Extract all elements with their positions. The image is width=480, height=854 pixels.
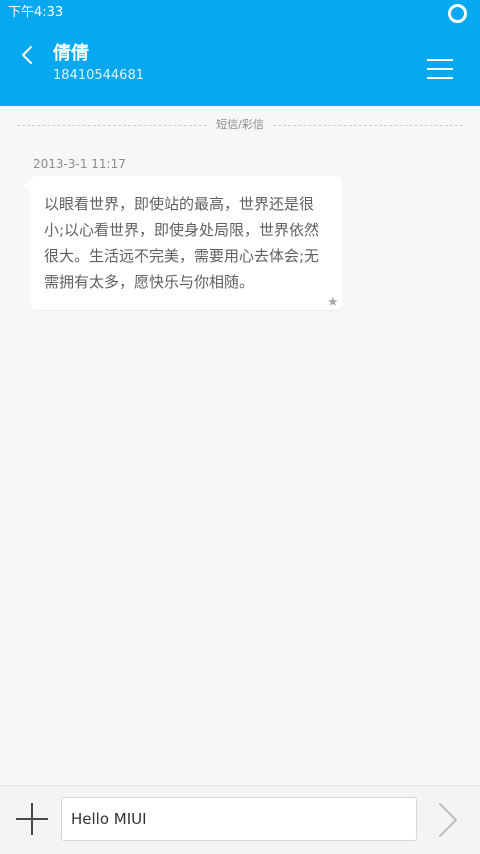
message-type-divider: 短信/彩信: [207, 117, 273, 133]
chevron-right-icon: [439, 803, 457, 837]
contact-phone: 18410544681: [53, 68, 144, 83]
message-timestamp: 2013-3-1 11:17: [33, 157, 126, 171]
menu-button[interactable]: [422, 56, 458, 82]
contact-name: 倩倩: [53, 43, 89, 64]
plus-icon: [16, 803, 48, 835]
message-text: 以眼看世界，即使站的最高，世界还是很小;以心看世界，即使身处局限，世界依然很大。…: [44, 195, 320, 291]
divider-line-right: [273, 125, 463, 126]
back-button[interactable]: [14, 40, 44, 70]
send-button[interactable]: [434, 800, 460, 840]
add-attachment-button[interactable]: [14, 801, 50, 837]
status-time: 下午4:33: [8, 5, 64, 20]
hamburger-menu-icon: [427, 59, 453, 79]
divider-line-left: [17, 125, 207, 126]
chevron-left-icon: [22, 46, 32, 64]
status-indicator-icon: [448, 4, 467, 23]
message-input[interactable]: Hello MIUI: [61, 797, 417, 841]
star-icon: ★: [327, 295, 339, 310]
